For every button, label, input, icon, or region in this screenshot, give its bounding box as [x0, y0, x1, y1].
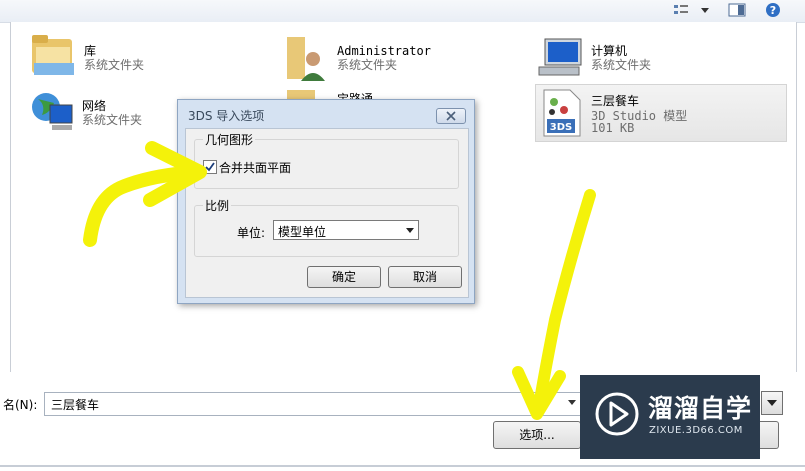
- options-button[interactable]: 选项...: [493, 421, 581, 449]
- unit-label: 单位:: [237, 226, 266, 240]
- file-type: 系统文件夹: [84, 58, 145, 72]
- filename-label: 名(N):: [3, 398, 38, 412]
- checkmark-icon: [205, 162, 215, 172]
- merge-coplanar-label: 合并共面平面: [219, 161, 292, 175]
- close-icon: [446, 111, 456, 121]
- view-options-icon[interactable]: [672, 2, 690, 18]
- watermark-title: 溜溜自学: [648, 394, 753, 423]
- svg-text:3DS: 3DS: [550, 122, 572, 133]
- unit-select[interactable]: 模型单位: [273, 220, 419, 240]
- unit-select-value: 模型单位: [278, 225, 327, 239]
- library-folder-icon: [30, 33, 78, 82]
- toolbar: ?: [0, 0, 805, 23]
- merge-coplanar-checkbox[interactable]: [203, 160, 217, 174]
- file-type: 系统文件夹: [337, 58, 398, 72]
- svg-text:?: ?: [770, 4, 776, 17]
- play-logo-icon: [595, 392, 639, 436]
- dialog-title: 3DS 导入选项: [188, 109, 265, 123]
- file-type-dropdown-button[interactable]: [761, 391, 783, 415]
- user-folder-icon: [283, 33, 331, 86]
- chevron-down-icon[interactable]: [568, 400, 576, 405]
- geometry-group: 几何图形 合并共面平面: [194, 131, 459, 189]
- computer-icon: [537, 35, 587, 82]
- chevron-down-icon: [406, 228, 414, 233]
- divider: [0, 465, 805, 467]
- file-item-library[interactable]: 库 系统文件夹: [30, 33, 230, 83]
- watermark-url: ZIXUE.3D66.COM: [649, 425, 743, 436]
- 3ds-file-icon: 3DS: [542, 88, 582, 141]
- import-options-dialog: 3DS 导入选项 几何图形 合并共面平面 比例 单位: 模型单位 确定 取消: [177, 99, 475, 304]
- file-item-3ds-selected[interactable]: 3DS 三层餐车 3D Studio 模型 101 KB: [535, 84, 787, 142]
- preview-pane-icon[interactable]: [728, 2, 746, 18]
- file-size: 101 KB: [591, 121, 635, 135]
- chevron-down-icon: [767, 400, 777, 406]
- group-title: 比例: [203, 197, 232, 214]
- dialog-close-button[interactable]: [436, 108, 466, 124]
- ok-button[interactable]: 确定: [307, 266, 381, 288]
- file-item-administrator[interactable]: Administrator 系统文件夹: [283, 33, 503, 83]
- open-button-edge[interactable]: [758, 421, 779, 449]
- help-icon[interactable]: ?: [764, 2, 782, 18]
- file-type: 系统文件夹: [82, 113, 143, 127]
- network-globe-icon: [28, 89, 76, 138]
- filename-value: 三层餐车: [51, 398, 100, 412]
- file-item-computer[interactable]: 计算机 系统文件夹: [537, 35, 737, 83]
- dialog-body: 几何图形 合并共面平面 比例 单位: 模型单位 确定 取消: [185, 128, 469, 298]
- filename-input[interactable]: 三层餐车: [44, 392, 581, 416]
- scale-group: 比例 单位: 模型单位: [194, 197, 459, 257]
- file-type: 系统文件夹: [591, 58, 652, 72]
- cancel-button[interactable]: 取消: [388, 266, 462, 288]
- watermark-logo: 溜溜自学 ZIXUE.3D66.COM: [580, 375, 760, 459]
- group-title: 几何图形: [203, 131, 256, 148]
- chevron-down-icon[interactable]: [696, 2, 714, 18]
